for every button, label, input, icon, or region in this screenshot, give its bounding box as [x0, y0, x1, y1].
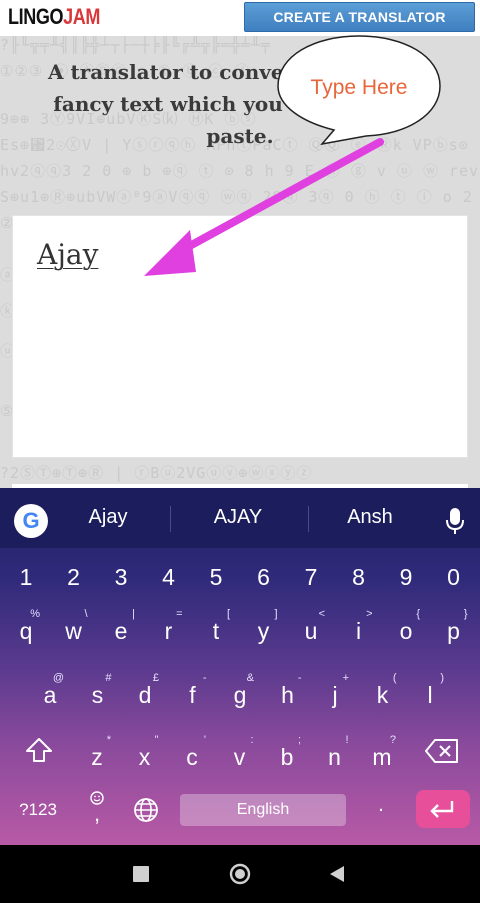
key-q[interactable]: % q — [6, 608, 46, 662]
key-d[interactable]: £ d — [125, 672, 165, 726]
key-label: k — [376, 682, 389, 708]
key-label: q — [19, 618, 33, 644]
key-i[interactable]: > i — [339, 608, 379, 662]
key-label: f — [189, 682, 196, 708]
number-key-2[interactable]: 2 — [54, 564, 94, 604]
home-icon[interactable] — [228, 862, 252, 886]
key-label: s — [91, 682, 104, 708]
period-key[interactable]: . — [366, 794, 396, 817]
back-icon[interactable] — [328, 864, 346, 884]
number-key-5[interactable]: 5 — [196, 564, 236, 604]
backspace-icon[interactable] — [424, 738, 460, 764]
recents-icon[interactable] — [133, 866, 149, 882]
key-label: n — [328, 744, 341, 770]
number-key-7[interactable]: 7 — [291, 564, 331, 604]
key-n[interactable]: ! n — [315, 734, 355, 788]
key-label: u — [304, 618, 318, 644]
key-g[interactable]: & g — [220, 672, 260, 726]
key-m[interactable]: ? m — [362, 734, 402, 788]
comma-label: , — [93, 801, 101, 826]
key-o[interactable]: {o — [386, 608, 426, 662]
key-label: j — [332, 682, 338, 708]
key-t[interactable]: [t — [196, 608, 236, 662]
key-label: e — [114, 618, 128, 644]
key-v[interactable]: :v — [220, 734, 260, 788]
key-b[interactable]: ; b — [267, 734, 307, 788]
key-l[interactable]: ) l — [410, 672, 450, 726]
key-label: x — [138, 744, 151, 770]
key-label: i — [355, 618, 362, 644]
key-label: a — [43, 682, 57, 708]
number-key-1[interactable]: 1 — [6, 564, 46, 604]
microphone-icon[interactable] — [444, 506, 466, 536]
key-u[interactable]: < u — [291, 608, 331, 662]
key-p[interactable]: } p — [434, 608, 474, 662]
key-x[interactable]: " x — [125, 734, 165, 788]
key-label: v — [233, 744, 246, 770]
shift-icon[interactable] — [24, 736, 54, 764]
number-key-3[interactable]: 3 — [101, 564, 141, 604]
key-e[interactable]: | e — [101, 608, 141, 662]
globe-icon[interactable] — [132, 796, 160, 824]
suggestion-divider — [308, 506, 309, 532]
pointer-arrow — [144, 138, 384, 276]
key-j[interactable]: + j — [315, 672, 355, 726]
number-key-9[interactable]: 9 — [386, 564, 426, 604]
key-label: o — [399, 618, 413, 644]
key-label: b — [280, 744, 294, 770]
key-label: m — [372, 744, 392, 770]
number-key-4[interactable]: 4 — [149, 564, 189, 604]
key-label: w — [65, 618, 82, 644]
android-nav-bar — [0, 845, 480, 903]
arrow-head — [144, 230, 196, 276]
key-label: h — [281, 682, 294, 708]
key-s[interactable]: # s — [78, 672, 118, 726]
key-label: p — [447, 618, 460, 644]
key-c[interactable]: ' c — [172, 734, 212, 788]
key-z[interactable]: * z — [77, 734, 117, 788]
space-bar[interactable]: English — [180, 794, 346, 826]
key-label: y — [257, 618, 270, 644]
key-f[interactable]: -f — [173, 672, 213, 726]
key-y[interactable]: ] y — [244, 608, 284, 662]
key-w[interactable]: \ w — [54, 608, 94, 662]
soft-keyboard: G Ajay AJAY Ansh 1234567890 % q \ w | e = r[t] y… — [0, 488, 480, 845]
comma-key[interactable]: , — [80, 790, 114, 830]
suggestion-strip: G Ajay AJAY Ansh — [0, 488, 480, 548]
key-label: z — [91, 744, 103, 770]
key-k[interactable]: (k — [363, 672, 403, 726]
key-h[interactable]: -h — [268, 672, 308, 726]
key-label: g — [233, 682, 247, 708]
key-a[interactable]: @ a — [30, 672, 70, 726]
key-label: c — [186, 744, 198, 770]
key-label: d — [138, 682, 152, 708]
suggestion-1[interactable]: Ajay — [48, 506, 168, 529]
suggestion-divider — [170, 506, 171, 532]
suggestion-3[interactable]: Ansh — [310, 506, 430, 529]
number-key-0[interactable]: 0 — [434, 564, 474, 604]
google-g-icon[interactable]: G — [14, 504, 48, 538]
enter-arrow-icon — [430, 801, 454, 818]
key-r[interactable]: = r — [149, 608, 189, 662]
key-label: l — [427, 682, 433, 708]
web-page: ?╟╙╦╤╨╣║╠╬┴┬├─┼╞╟╚╔╩╦╠═╬╧╨╤ ①②③ ⦿ ⒶⒷⒸ ☉ ①… — [0, 0, 480, 488]
enter-key[interactable] — [416, 790, 470, 828]
suggestion-2[interactable]: AJAY — [178, 506, 298, 529]
key-label: r — [164, 618, 173, 644]
number-key-8[interactable]: 8 — [339, 564, 379, 604]
number-key-6[interactable]: 6 — [244, 564, 284, 604]
symbols-key[interactable]: ?123 — [12, 800, 64, 820]
key-label: t — [212, 618, 220, 644]
